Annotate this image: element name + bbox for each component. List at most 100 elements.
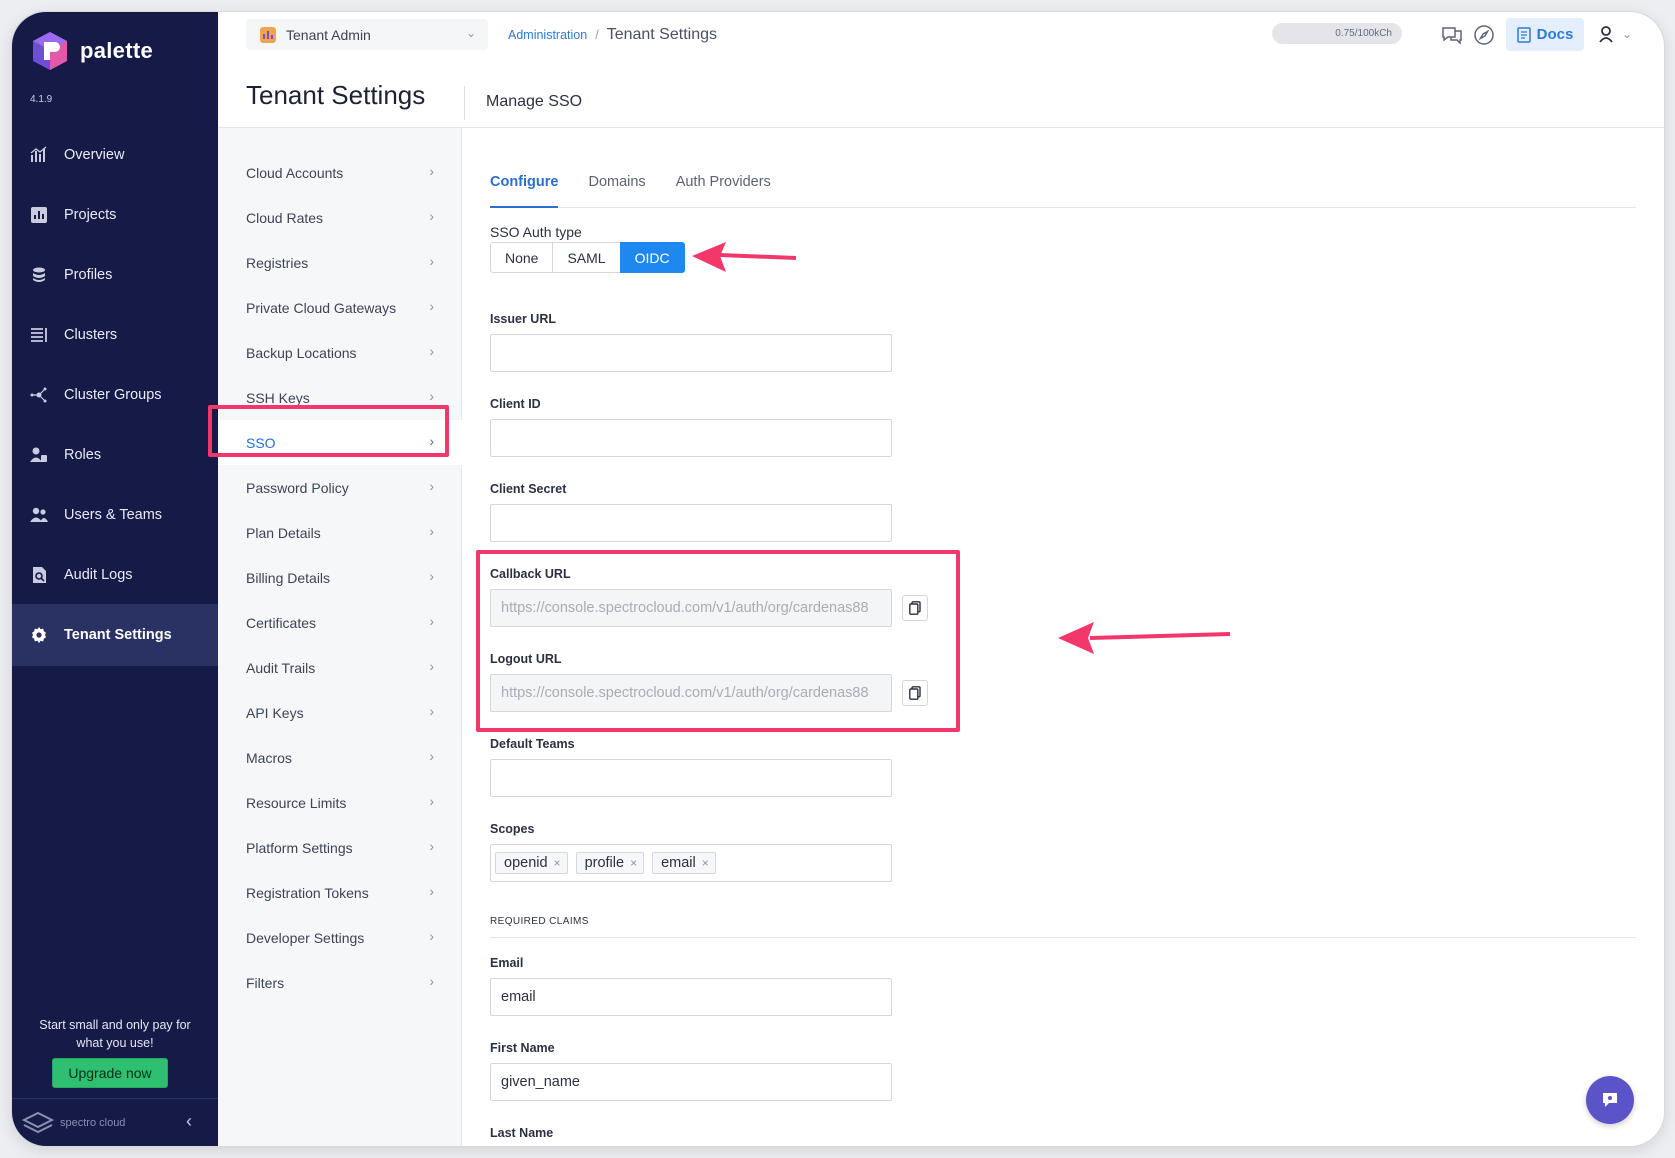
- sidebar-item-label: Cluster Groups: [64, 387, 162, 403]
- section-divider: [490, 937, 1636, 938]
- page-subtitle: Manage SSO: [486, 93, 583, 110]
- collapse-sidebar-icon[interactable]: ‹: [186, 1111, 192, 1132]
- client-secret-label: Client Secret: [490, 482, 567, 496]
- sidebar-item-audit-logs[interactable]: Audit Logs: [12, 544, 218, 606]
- copy-logout-url-button[interactable]: [902, 680, 928, 706]
- overview-icon: [30, 146, 47, 162]
- settings-item-registries[interactable]: Registries ›: [218, 240, 462, 285]
- help-icon: [1603, 1093, 1617, 1107]
- settings-item-label: Resource Limits: [246, 794, 347, 811]
- chevron-right-icon: ›: [429, 658, 434, 674]
- page-header: Tenant Settings Manage SSO: [218, 56, 1664, 128]
- sidebar-nav: palette 4.1.9 Overview Projects Profiles…: [12, 12, 218, 1146]
- clusters-icon: [31, 328, 47, 342]
- settings-item-label: Audit Trails: [246, 659, 316, 676]
- tab-domains[interactable]: Domains: [588, 172, 645, 208]
- settings-item-filters[interactable]: Filters ›: [218, 960, 462, 1005]
- tab-configure[interactable]: Configure: [490, 172, 559, 208]
- settings-item-plan-details[interactable]: Plan Details ›: [218, 510, 462, 555]
- sidebar-item-label: Tenant Settings: [64, 627, 172, 643]
- scope-tag-label: profile: [584, 855, 625, 871]
- client-secret-input[interactable]: [490, 504, 892, 542]
- client-id-label: Client ID: [490, 397, 541, 411]
- settings-item-registration-tokens[interactable]: Registration Tokens ›: [218, 870, 462, 915]
- settings-item-private-cloud-gateways[interactable]: Private Cloud Gateways ›: [218, 285, 462, 330]
- settings-item-password-policy[interactable]: Password Policy ›: [218, 465, 462, 510]
- compass-icon[interactable]: [1472, 23, 1496, 47]
- remove-tag-icon[interactable]: ×: [630, 856, 637, 870]
- settings-item-label: Registration Tokens: [246, 884, 369, 901]
- user-menu[interactable]: ⌄: [1598, 25, 1632, 43]
- settings-item-billing-details[interactable]: Billing Details ›: [218, 555, 462, 600]
- client-id-input[interactable]: [490, 419, 892, 457]
- book-icon: [1516, 26, 1531, 43]
- auth-type-saml-button[interactable]: SAML: [552, 242, 621, 273]
- remove-tag-icon[interactable]: ×: [554, 856, 561, 870]
- settings-item-label: Filters: [246, 974, 285, 991]
- settings-item-resource-limits[interactable]: Resource Limits ›: [218, 780, 462, 825]
- sidebar-item-clusters[interactable]: Clusters: [12, 304, 218, 366]
- gear-icon: [32, 627, 46, 643]
- sidebar-item-overview[interactable]: Overview: [12, 124, 218, 186]
- usage-meter[interactable]: 0.75/100kCh: [1272, 23, 1402, 44]
- sidebar-item-projects[interactable]: Projects: [12, 184, 218, 246]
- scope-tag-label: email: [661, 855, 696, 871]
- docs-button[interactable]: Docs: [1506, 18, 1584, 51]
- promo-message: Start small and only pay for what you us…: [39, 1018, 191, 1050]
- scopes-input[interactable]: openid × profile × email ×: [490, 844, 892, 882]
- chevron-right-icon: ›: [429, 478, 434, 494]
- help-chat-button[interactable]: [1586, 1076, 1634, 1124]
- settings-item-developer-settings[interactable]: Developer Settings ›: [218, 915, 462, 960]
- chevron-right-icon: ›: [429, 523, 434, 539]
- settings-item-label: Cloud Rates: [246, 209, 324, 226]
- chevron-right-icon: ›: [429, 163, 434, 179]
- settings-item-label: Developer Settings: [246, 929, 365, 946]
- sidebar-item-label: Roles: [64, 447, 102, 463]
- remove-tag-icon[interactable]: ×: [702, 856, 709, 870]
- auth-type-oidc-button[interactable]: OIDC: [619, 242, 685, 273]
- sidebar-item-label: Projects: [64, 207, 117, 223]
- audit-logs-icon: [33, 567, 46, 583]
- chevron-right-icon: ›: [429, 298, 434, 314]
- first-name-claim-input[interactable]: given_name: [490, 1063, 892, 1101]
- email-claim-input[interactable]: email: [490, 978, 892, 1016]
- brand-name: palette: [80, 38, 154, 63]
- breadcrumb-link-administration[interactable]: Administration: [508, 28, 587, 42]
- first-name-claim-label: First Name: [490, 1041, 555, 1055]
- settings-item-label: Registries: [246, 254, 309, 271]
- settings-item-api-keys[interactable]: API Keys ›: [218, 690, 462, 735]
- upgrade-now-button[interactable]: Upgrade now: [52, 1058, 168, 1088]
- logout-url-input: https://console.spectrocloud.com/v1/auth…: [490, 674, 892, 712]
- copy-callback-url-button[interactable]: [902, 595, 928, 621]
- cluster-groups-icon: [30, 387, 47, 403]
- settings-item-audit-trails[interactable]: Audit Trails ›: [218, 645, 462, 690]
- settings-item-macros[interactable]: Macros ›: [218, 735, 462, 780]
- email-claim-label: Email: [490, 956, 524, 970]
- tab-auth-providers[interactable]: Auth Providers: [676, 172, 771, 208]
- settings-item-platform-settings[interactable]: Platform Settings ›: [218, 825, 462, 870]
- sidebar-item-tenant-settings[interactable]: Tenant Settings: [12, 604, 218, 666]
- sidebar-item-users-teams[interactable]: Users & Teams: [12, 484, 218, 546]
- palette-logo-icon: [33, 32, 67, 70]
- settings-item-certificates[interactable]: Certificates ›: [218, 600, 462, 645]
- sidebar-item-cluster-groups[interactable]: Cluster Groups: [12, 364, 218, 426]
- default-teams-input[interactable]: [490, 759, 892, 797]
- tenant-scope-select[interactable]: Tenant Admin ⌄: [246, 19, 488, 50]
- scope-tag: email ×: [652, 852, 716, 874]
- sidebar-item-label: Audit Logs: [64, 567, 133, 583]
- chat-icon[interactable]: [1440, 23, 1464, 47]
- settings-item-cloud-accounts[interactable]: Cloud Accounts ›: [218, 150, 462, 195]
- auth-type-none-button[interactable]: None: [490, 242, 554, 273]
- brand[interactable]: palette: [30, 30, 153, 72]
- projects-icon: [31, 207, 47, 223]
- promo-text: Start small and only pay for what you us…: [12, 1016, 218, 1052]
- sidebar-item-roles[interactable]: Roles: [12, 424, 218, 486]
- callback-url-label: Callback URL: [490, 567, 571, 581]
- settings-item-backup-locations[interactable]: Backup Locations ›: [218, 330, 462, 375]
- settings-item-cloud-rates[interactable]: Cloud Rates ›: [218, 195, 462, 240]
- scope-tag: openid ×: [495, 852, 568, 874]
- sidebar-item-profiles[interactable]: Profiles: [12, 244, 218, 306]
- issuer-url-input[interactable]: [490, 334, 892, 372]
- sidebar-item-label: Overview: [64, 147, 125, 163]
- breadcrumb-separator: /: [595, 28, 599, 42]
